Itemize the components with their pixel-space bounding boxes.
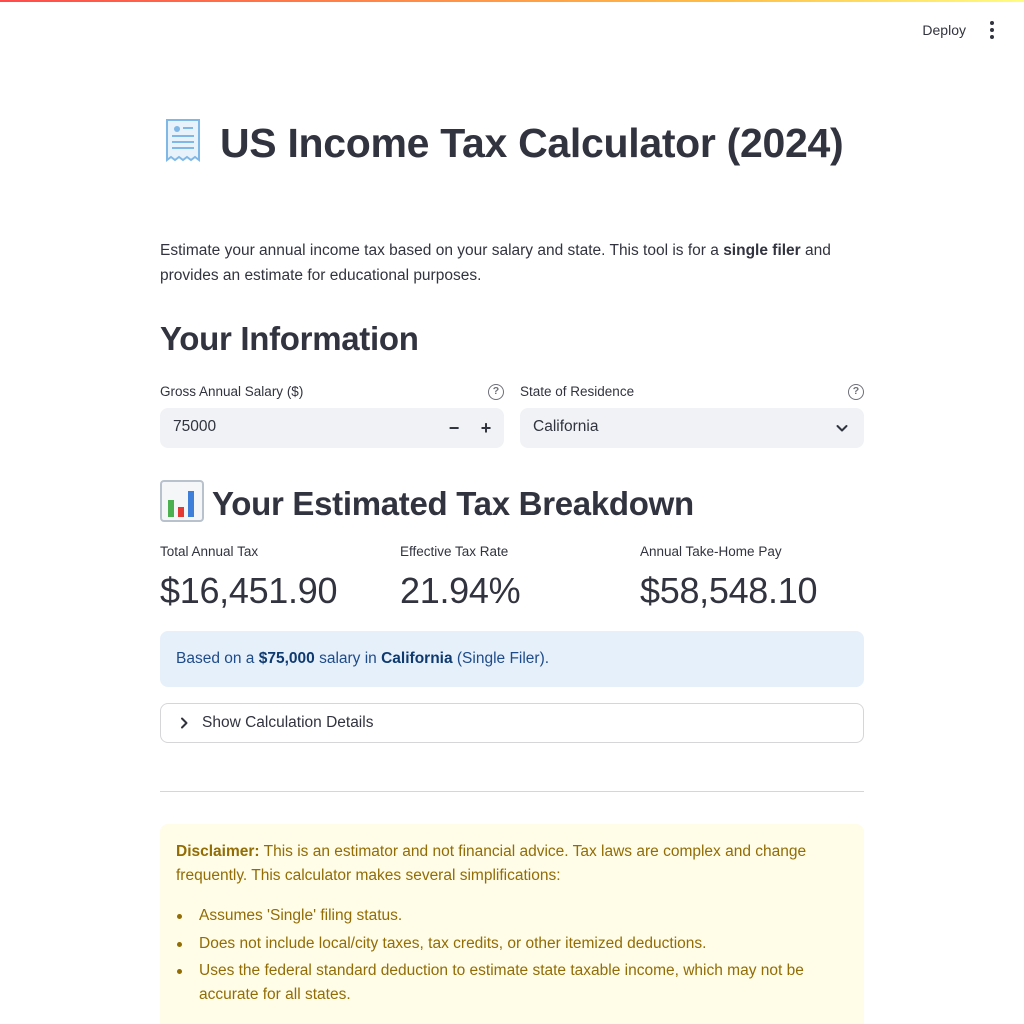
salary-input-value[interactable]: 75000 — [173, 418, 216, 436]
metric-value: 21.94% — [400, 570, 521, 611]
disclaimer-warning: Disclaimer: This is an estimator and not… — [160, 824, 864, 1024]
disclaimer-list: Assumes 'Single' filing status. Does not… — [176, 904, 848, 1007]
intro-part1: Estimate your annual income tax based on… — [160, 242, 724, 259]
chevron-right-icon[interactable] — [177, 716, 191, 730]
your-information-heading: Your Information — [160, 320, 419, 357]
bar-chart-icon — [160, 480, 204, 522]
chevron-down-icon[interactable] — [834, 420, 850, 436]
metric-take-home: Annual Take-Home Pay $58,548.10 — [640, 543, 870, 613]
metric-effective-rate: Effective Tax Rate 21.94% — [400, 543, 630, 613]
disclaimer-paragraph: Disclaimer: This is an estimator and not… — [176, 840, 848, 888]
summary-mid: salary in — [314, 650, 382, 667]
metric-label: Effective Tax Rate — [400, 544, 509, 559]
state-label: State of Residence ? — [520, 382, 864, 402]
state-label-text: State of Residence — [520, 384, 635, 399]
list-item: Assumes 'Single' filing status. — [177, 904, 848, 928]
list-item: Does not include local/city taxes, tax c… — [177, 932, 848, 956]
metric-label: Annual Take-Home Pay — [640, 544, 782, 559]
tax-breakdown-heading: Your Estimated Tax Breakdown — [160, 480, 694, 523]
disclaimer-text: This is an estimator and not financial a… — [176, 843, 807, 884]
salary-label: Gross Annual Salary ($) ? — [160, 382, 504, 402]
state-select[interactable]: California — [520, 408, 864, 448]
page-title-text: US Income Tax Calculator (2024) — [220, 120, 844, 166]
salary-field: Gross Annual Salary ($) ? 75000 − + — [160, 382, 504, 448]
intro-bold: single filer — [723, 242, 801, 259]
disclaimer-bold: Disclaimer: — [176, 843, 260, 860]
salary-label-text: Gross Annual Salary ($) — [160, 384, 304, 399]
help-icon[interactable]: ? — [848, 384, 864, 400]
summary-info-alert: Based on a $75,000 salary in California … — [160, 631, 864, 687]
summary-suffix: (Single Filer). — [452, 650, 550, 667]
receipt-icon — [166, 119, 200, 162]
deploy-button[interactable]: Deploy — [922, 20, 966, 40]
calculation-details-expander[interactable]: Show Calculation Details — [160, 703, 864, 743]
intro-text: Estimate your annual income tax based on… — [160, 238, 864, 288]
app-header: Deploy — [0, 0, 1024, 60]
increment-button[interactable]: + — [472, 414, 500, 442]
metric-value: $16,451.90 — [160, 570, 338, 611]
state-field: State of Residence ? California — [520, 382, 864, 448]
divider — [160, 791, 864, 792]
list-item: Uses the federal standard deduction to e… — [177, 959, 848, 1007]
metric-total-tax: Total Annual Tax $16,451.90 — [160, 543, 390, 613]
decrement-button[interactable]: − — [440, 414, 468, 442]
summary-salary: $75,000 — [258, 650, 315, 667]
tax-breakdown-heading-text: Your Estimated Tax Breakdown — [212, 485, 694, 522]
help-icon[interactable]: ? — [488, 384, 504, 400]
salary-number-input[interactable]: 75000 − + — [160, 408, 504, 448]
metric-label: Total Annual Tax — [160, 544, 259, 559]
vertical-dots-icon[interactable] — [984, 20, 1000, 40]
summary-prefix: Based on a — [176, 650, 259, 667]
state-select-value[interactable]: California — [533, 418, 598, 436]
metric-value: $58,548.10 — [640, 570, 818, 611]
page-title: US Income Tax Calculator (2024) — [160, 116, 864, 170]
expander-label[interactable]: Show Calculation Details — [202, 714, 373, 732]
summary-state: California — [381, 650, 453, 667]
